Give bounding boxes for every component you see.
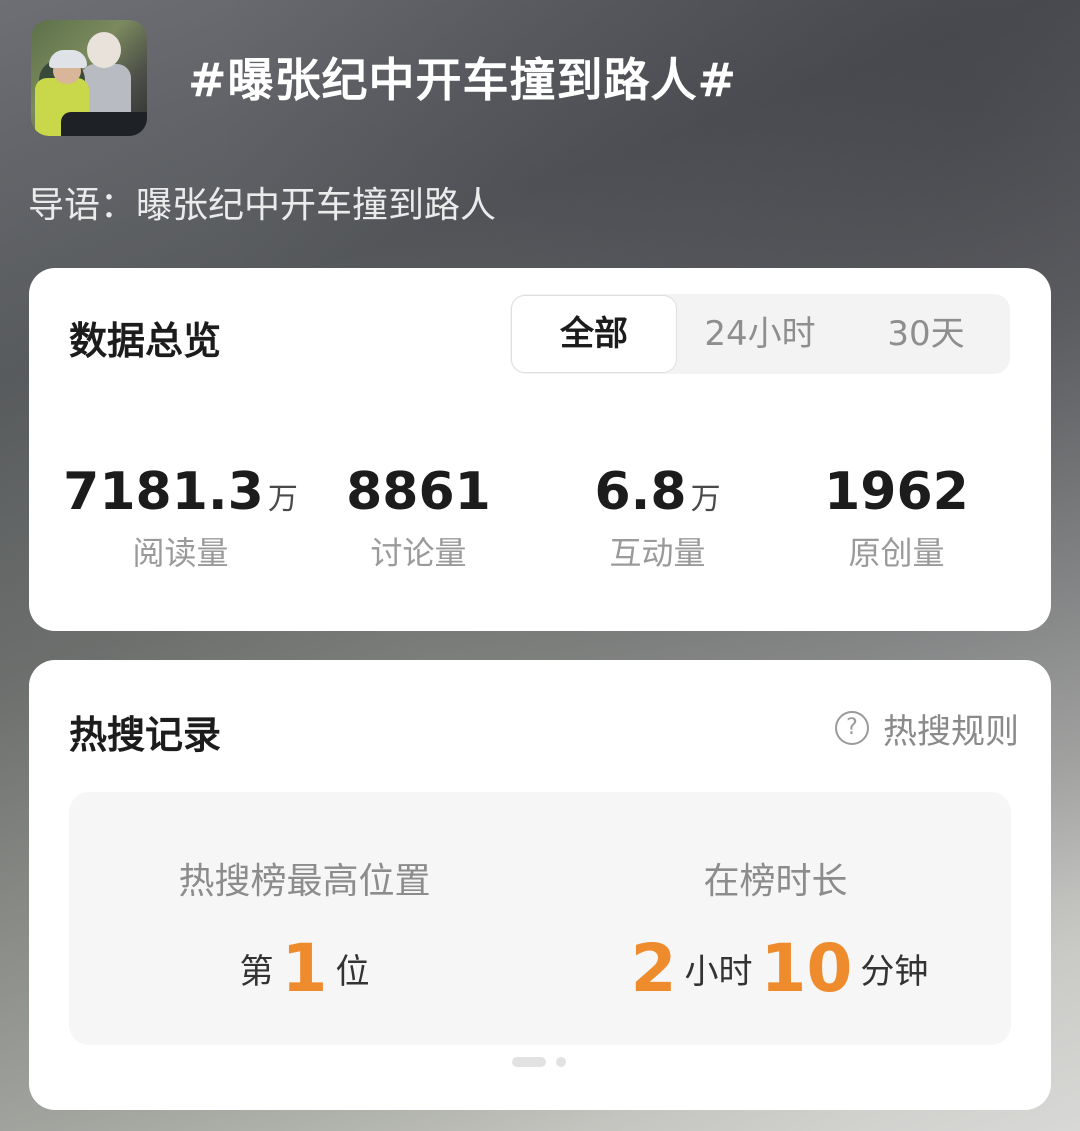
- hot-search-rules-link[interactable]: ? 热搜规则: [835, 706, 1019, 752]
- duration-value-row: 2 小时 10 分钟: [540, 930, 1011, 1007]
- rules-label: 热搜规则: [883, 711, 1019, 752]
- stat-discussions: 8861 讨论量: [291, 460, 546, 574]
- stat-value: 6.8: [594, 462, 687, 522]
- question-circle-icon: ?: [835, 711, 869, 745]
- stat-label: 原创量: [848, 534, 945, 572]
- tab-30-days[interactable]: 30天: [844, 294, 1008, 374]
- duration-hours-unit: 小时: [684, 952, 753, 992]
- highest-position-label: 热搜榜最高位置: [178, 861, 431, 902]
- topic-lead: 导语：曝张纪中开车撞到路人: [28, 185, 497, 226]
- stat-interactions: 6.8 万 互动量: [530, 460, 785, 574]
- duration-minutes: 10: [760, 930, 853, 1007]
- record-panel[interactable]: 热搜榜最高位置 第1位 在榜时长 2 小时 10 分钟: [69, 792, 1011, 1045]
- highest-position-value-row: 第1位: [69, 930, 540, 1007]
- tab-24-hours[interactable]: 24小时: [678, 294, 842, 374]
- duration-hours: 2: [630, 930, 677, 1007]
- stat-reads: 7181.3 万 阅读量: [53, 460, 308, 574]
- stat-value: 1962: [824, 462, 969, 522]
- duration-label: 在榜时长: [703, 861, 848, 902]
- stat-unit: 万: [690, 482, 721, 517]
- stat-value: 8861: [346, 462, 491, 522]
- topic-thumbnail: [31, 20, 147, 136]
- time-range-segmented-control: 全部 24小时 30天: [510, 294, 1010, 374]
- record-title: 热搜记录: [69, 713, 222, 757]
- pager-dots: [512, 1057, 566, 1067]
- position-suffix: 位: [335, 952, 370, 992]
- stat-originals: 1962 原创量: [769, 460, 1024, 574]
- pager-dot-active: [512, 1057, 546, 1067]
- hot-search-record-card: 热搜记录 ? 热搜规则 热搜榜最高位置 第1位 在榜时长 2 小时 10 分钟: [29, 660, 1051, 1110]
- tab-all[interactable]: 全部: [511, 295, 677, 373]
- topic-title: #曝张纪中开车撞到路人#: [188, 53, 738, 107]
- stat-label: 讨论量: [370, 534, 467, 572]
- stat-label: 互动量: [609, 534, 706, 572]
- duration-minutes-unit: 分钟: [860, 952, 929, 992]
- data-overview-card: 数据总览 全部 24小时 30天 7181.3 万 阅读量 8861 讨论量 6.…: [29, 268, 1051, 631]
- position-prefix: 第: [239, 952, 274, 992]
- overview-title: 数据总览: [69, 319, 222, 363]
- stat-value: 7181.3: [63, 462, 264, 522]
- stat-label: 阅读量: [132, 534, 229, 572]
- pager-dot: [556, 1057, 566, 1067]
- position-number: 1: [281, 930, 328, 1007]
